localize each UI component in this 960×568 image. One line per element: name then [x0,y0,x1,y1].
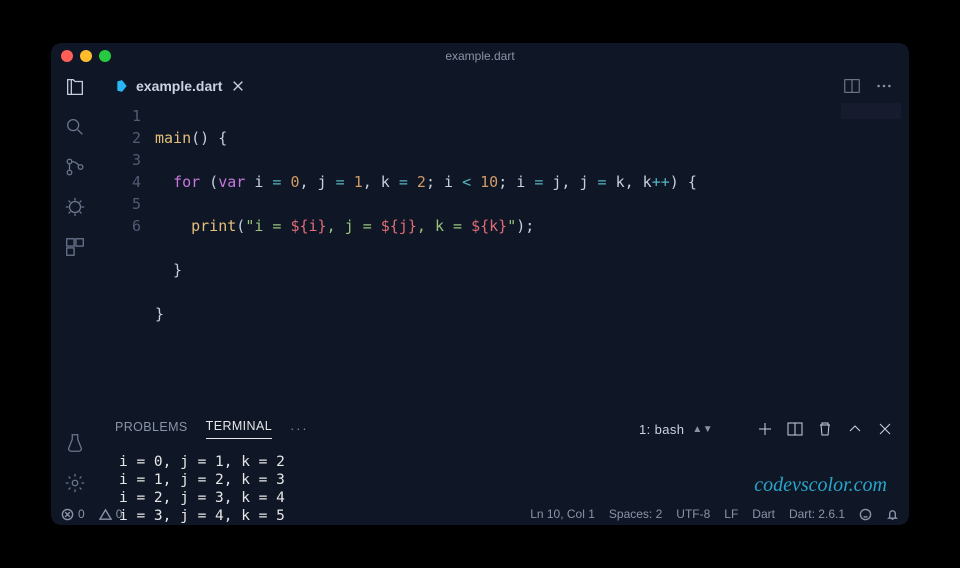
terminal-selector-label: 1: bash [639,422,684,437]
maximize-panel-icon[interactable] [847,421,863,437]
search-icon[interactable] [63,115,87,139]
error-icon [61,508,74,521]
terminal-tab[interactable]: TERMINAL [206,419,272,439]
chevron-down-icon: ▲▼ [692,424,713,435]
activity-bar [51,69,99,503]
tab-filename: example.dart [136,78,222,94]
settings-gear-icon[interactable] [63,471,87,495]
panel-more-icon[interactable]: ··· [290,422,309,436]
status-encoding[interactable]: UTF-8 [676,507,710,521]
code-content: main() { for (var i = 0, j = 1, k = 2; i… [155,105,909,413]
main-area: example.dart 1 2 3 4 5 6 main [99,69,909,503]
terminal-line: i = 0, j = 1, k = 2 [119,453,889,471]
status-bar: 0 0 Ln 10, Col 1 Spaces: 2 UTF-8 LF Dart… [51,503,909,525]
close-tab-icon[interactable] [231,79,245,93]
window-title: example.dart [51,49,909,63]
terminal-selector[interactable]: 1: bash ▲▼ [631,420,721,439]
notifications-icon[interactable] [886,508,899,521]
status-warnings[interactable]: 0 [99,507,123,521]
editor-tabbar: example.dart [99,69,909,103]
code-editor[interactable]: 1 2 3 4 5 6 main() { for (var i = 0, j =… [99,103,909,413]
editor-tab[interactable]: example.dart [109,74,251,98]
new-terminal-icon[interactable] [757,421,773,437]
testing-icon[interactable] [63,431,87,455]
explorer-icon[interactable] [63,75,87,99]
feedback-icon[interactable] [859,508,872,521]
status-errors[interactable]: 0 [61,507,85,521]
split-editor-icon[interactable] [843,77,861,95]
problems-tab[interactable]: PROBLEMS [115,420,188,439]
status-cursor-pos[interactable]: Ln 10, Col 1 [530,507,595,521]
window-controls [61,50,111,62]
minimap[interactable] [841,103,901,119]
debug-icon[interactable] [63,195,87,219]
vscode-window: example.dart example.dart [51,43,909,525]
line-gutter: 1 2 3 4 5 6 [99,105,155,413]
status-language[interactable]: Dart [752,507,775,521]
dart-file-icon [115,79,129,93]
status-dart-sdk[interactable]: Dart: 2.6.1 [789,507,845,521]
more-actions-icon[interactable] [875,77,893,95]
close-window-button[interactable] [61,50,73,62]
watermark-text: codevscolor.com [754,474,887,497]
minimize-window-button[interactable] [80,50,92,62]
source-control-icon[interactable] [63,155,87,179]
kill-terminal-icon[interactable] [817,421,833,437]
status-indent[interactable]: Spaces: 2 [609,507,662,521]
status-eol[interactable]: LF [724,507,738,521]
warning-icon [99,508,112,521]
split-terminal-icon[interactable] [787,421,803,437]
extensions-icon[interactable] [63,235,87,259]
close-panel-icon[interactable] [877,421,893,437]
maximize-window-button[interactable] [99,50,111,62]
titlebar: example.dart [51,43,909,69]
panel-tabbar: PROBLEMS TERMINAL ··· 1: bash ▲▼ [99,413,909,439]
